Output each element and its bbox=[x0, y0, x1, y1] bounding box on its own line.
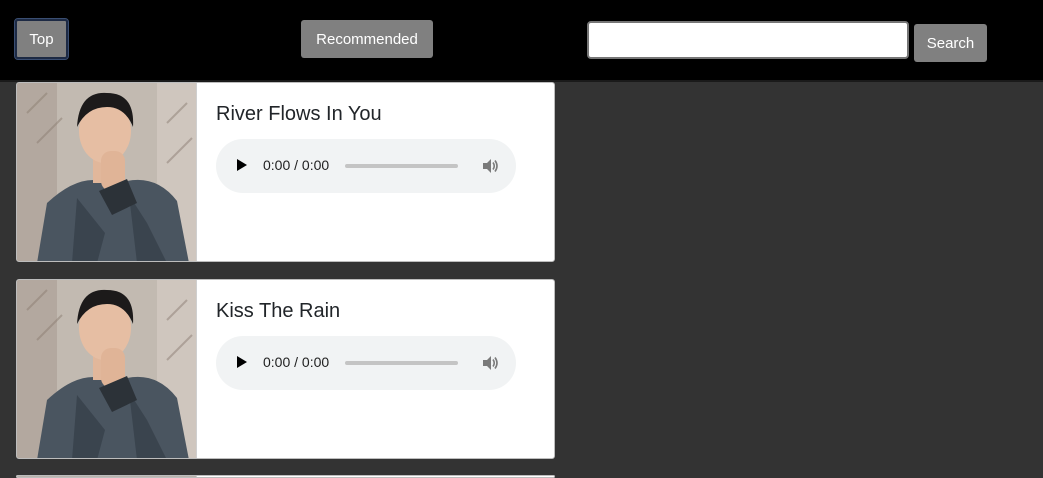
track-card: River Flows In You 0:00 / 0:00 bbox=[16, 82, 555, 262]
search-input[interactable] bbox=[587, 21, 909, 59]
top-button[interactable]: Top bbox=[14, 18, 69, 60]
search-button[interactable]: Search bbox=[914, 24, 987, 62]
seek-bar[interactable] bbox=[345, 164, 458, 168]
recommended-button[interactable]: Recommended bbox=[301, 20, 433, 58]
artist-photo bbox=[17, 83, 197, 261]
audio-player[interactable]: 0:00 / 0:00 bbox=[216, 336, 516, 390]
seek-bar[interactable] bbox=[345, 361, 458, 365]
play-icon[interactable] bbox=[237, 159, 247, 171]
time-display: 0:00 / 0:00 bbox=[263, 354, 330, 370]
volume-icon[interactable] bbox=[481, 157, 499, 175]
audio-player[interactable]: 0:00 / 0:00 bbox=[216, 139, 516, 193]
top-navbar: Top Recommended Search bbox=[0, 0, 1043, 82]
artist-photo-image bbox=[17, 280, 196, 458]
time-display: 0:00 / 0:00 bbox=[263, 157, 330, 173]
track-title: Kiss The Rain bbox=[216, 300, 341, 322]
track-title: River Flows In You bbox=[216, 103, 382, 125]
track-card: Kiss The Rain 0:00 / 0:00 bbox=[16, 279, 555, 459]
volume-icon[interactable] bbox=[481, 354, 499, 372]
play-icon[interactable] bbox=[237, 356, 247, 368]
artist-photo bbox=[17, 280, 197, 458]
artist-photo-image bbox=[17, 83, 196, 261]
